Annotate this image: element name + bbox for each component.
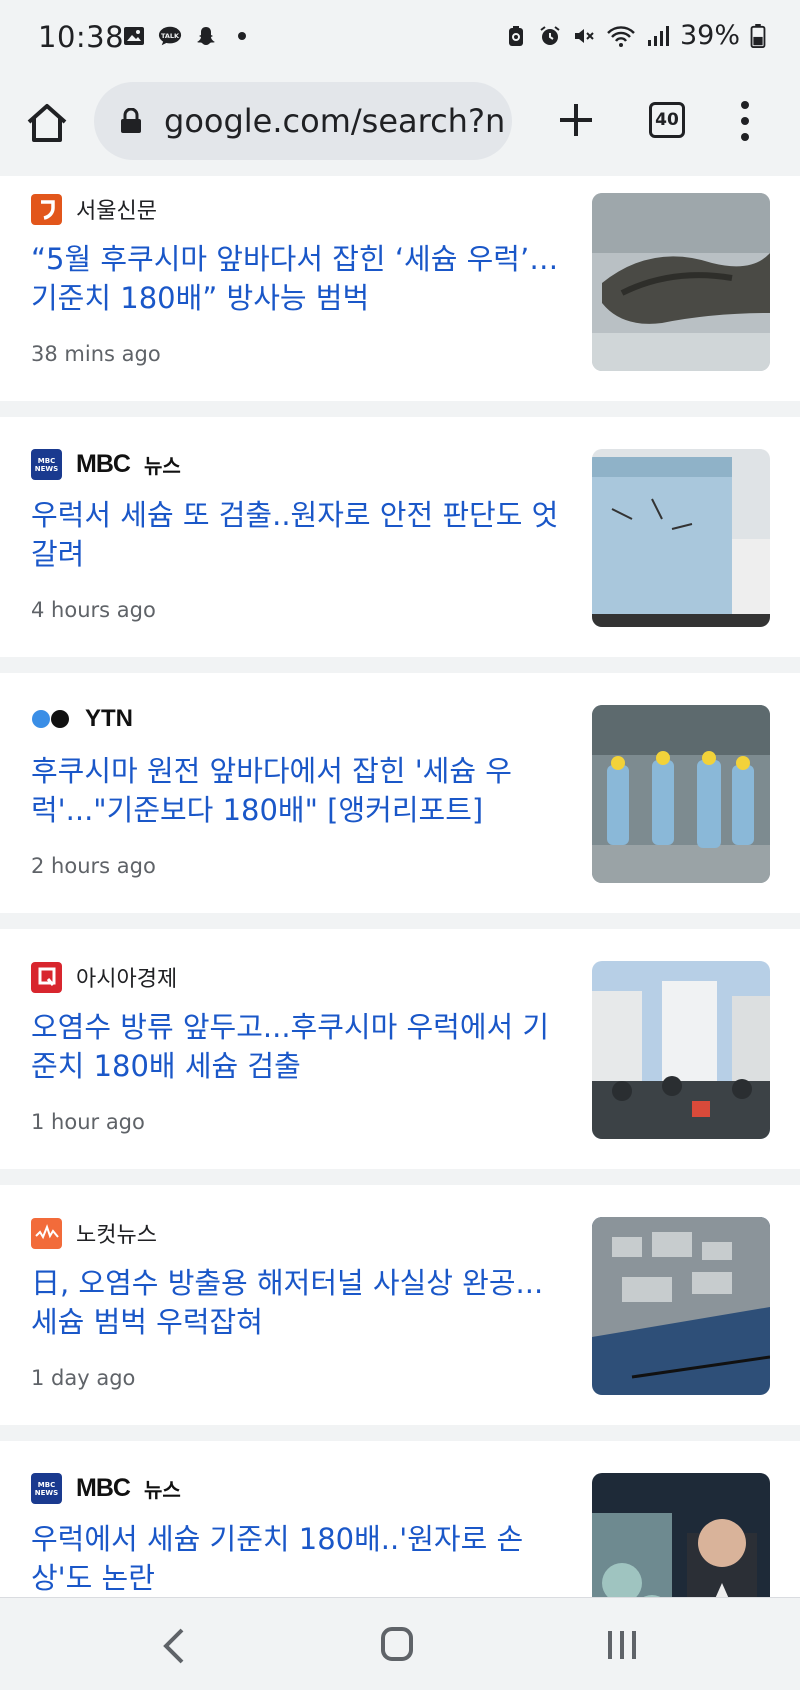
news-source: MBC NEWS MBC 뉴스	[31, 1473, 181, 1504]
thumbnail-image[interactable]	[592, 961, 770, 1139]
mbc-logo-icon: MBC NEWS	[31, 449, 62, 480]
mbc-logo-icon: MBC NEWS	[31, 1473, 62, 1504]
snapchat-icon	[197, 27, 215, 45]
wifi-icon	[607, 25, 635, 47]
news-card[interactable]: MBC NEWS MBC 뉴스 우럭서 세슘 또 검출..원자로 안전 판단도 엇…	[0, 417, 800, 657]
source-name: 서울신문	[76, 199, 157, 224]
news-card[interactable]: 노컷뉴스 日, 오염수 방출용 해저터널 사실상 완공... 세슘 범벅 우럭잡…	[0, 1185, 800, 1425]
headline-link[interactable]: 우럭서 세슘 또 검출..원자로 안전 판단도 엇갈려	[31, 496, 566, 574]
source-logo-word: MBC	[76, 1474, 131, 1502]
url-text[interactable]: google.com/search?ne	[164, 102, 504, 140]
lock-icon[interactable]	[120, 108, 142, 134]
system-nav-bar	[0, 1597, 800, 1690]
battery-saver-icon	[508, 25, 523, 46]
home-nav-icon[interactable]	[380, 1626, 414, 1662]
asia-economy-logo-icon	[31, 961, 62, 993]
recents-icon[interactable]	[604, 1628, 640, 1662]
news-source: 서울신문	[31, 193, 157, 225]
timestamp: 38 mins ago	[31, 342, 161, 366]
news-source: YTN	[31, 705, 133, 733]
source-name: YTN	[85, 705, 133, 732]
news-source: 아시아경제	[31, 961, 177, 993]
gallery-icon	[124, 27, 144, 45]
news-feed: 서울신문 “5월 후쿠시마 앞바다서 잡힌 ‘세슘 우럭’… 기준치 180배”…	[0, 176, 800, 1597]
timestamp: 2 hours ago	[31, 854, 156, 878]
tab-switcher-button[interactable]: 40	[649, 102, 685, 138]
thumbnail-image[interactable]	[592, 1473, 770, 1597]
thumbnail-image[interactable]	[592, 193, 770, 371]
news-source: MBC NEWS MBC 뉴스	[31, 449, 181, 480]
news-source: 노컷뉴스	[31, 1217, 157, 1249]
source-name: 아시아경제	[76, 967, 178, 992]
timestamp: 1 day ago	[31, 1366, 136, 1390]
svg-text:TALK: TALK	[161, 32, 180, 40]
status-time: 10:38	[38, 20, 125, 54]
browser-toolbar: google.com/search?ne 40	[0, 78, 800, 178]
timestamp: 4 hours ago	[31, 598, 156, 622]
new-tab-icon[interactable]	[556, 100, 596, 140]
system-indicators: 39%	[504, 20, 766, 51]
seoul-shinmun-logo-icon	[31, 193, 62, 225]
headline-link[interactable]: 후쿠시마 원전 앞바다에서 잡힌 '세슘 우럭'..."기준보다 180배" […	[31, 752, 566, 830]
news-card[interactable]: 서울신문 “5월 후쿠시마 앞바다서 잡힌 ‘세슘 우럭’… 기준치 180배”…	[0, 176, 800, 401]
news-card[interactable]: YTN 후쿠시마 원전 앞바다에서 잡힌 '세슘 우럭'..."기준보다 180…	[0, 673, 800, 913]
thumbnail-image[interactable]	[592, 1217, 770, 1395]
thumbnail-image[interactable]	[592, 705, 770, 883]
source-logo-suffix: 뉴스	[143, 1478, 181, 1502]
news-card[interactable]: 아시아경제 오염수 방류 앞두고...후쿠시마 우럭에서 기준치 180배 세슘…	[0, 929, 800, 1169]
signal-icon	[647, 25, 669, 46]
nocut-logo-icon	[31, 1217, 62, 1249]
news-card[interactable]: MBC NEWS MBC 뉴스 우럭에서 세슘 기준치 180배..'원자로 손상…	[0, 1441, 800, 1597]
headline-link[interactable]: 우럭에서 세슘 기준치 180배..'원자로 손상'도 논란	[31, 1520, 566, 1597]
notification-icons: TALK	[122, 24, 254, 48]
home-icon[interactable]	[24, 100, 70, 146]
thumbnail-image[interactable]	[592, 449, 770, 627]
headline-link[interactable]: “5월 후쿠시마 앞바다서 잡힌 ‘세슘 우럭’… 기준치 180배” 방사능 …	[31, 240, 566, 318]
ytn-logo-icon	[31, 708, 71, 730]
more-menu-icon[interactable]	[735, 100, 755, 142]
dot-icon	[238, 32, 246, 40]
url-bar[interactable]: google.com/search?ne	[94, 82, 512, 160]
source-logo-suffix: 뉴스	[143, 454, 181, 478]
alarm-icon	[540, 25, 560, 45]
mute-icon	[574, 28, 594, 43]
battery-percent: 39%	[679, 20, 740, 51]
battery-icon	[750, 23, 766, 48]
talk-icon: TALK	[158, 26, 182, 46]
headline-link[interactable]: 오염수 방류 앞두고...후쿠시마 우럭에서 기준치 180배 세슘 검출	[31, 1008, 566, 1086]
back-icon[interactable]	[158, 1626, 190, 1666]
source-name: 노컷뉴스	[76, 1223, 157, 1248]
status-bar: 10:38 TALK 39%	[0, 0, 800, 78]
source-logo-word: MBC	[76, 450, 131, 478]
headline-link[interactable]: 日, 오염수 방출용 해저터널 사실상 완공... 세슘 범벅 우럭잡혀	[31, 1264, 566, 1342]
timestamp: 1 hour ago	[31, 1110, 145, 1134]
